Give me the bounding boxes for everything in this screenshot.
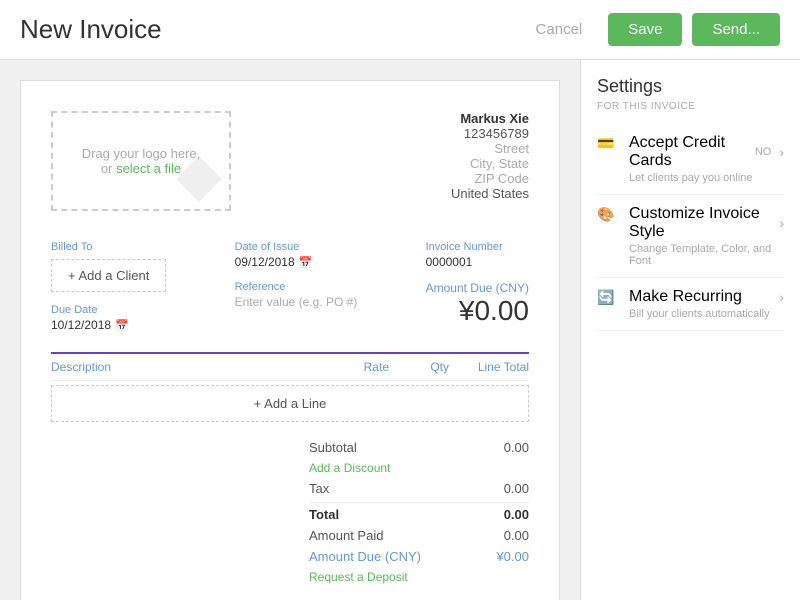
logo-watermark bbox=[174, 154, 224, 204]
request-deposit-link[interactable]: Request a Deposit bbox=[309, 570, 408, 584]
business-name: Markus Xie bbox=[451, 111, 529, 126]
make-recurring-chevron-icon: › bbox=[779, 289, 784, 305]
add-client-button[interactable]: + Add a Client bbox=[51, 259, 166, 292]
total-value: 0.00 bbox=[504, 507, 529, 522]
amount-due-final-label: Amount Due (CNY) bbox=[309, 549, 421, 564]
col-header-total: Line Total bbox=[449, 360, 529, 374]
accept-credit-cards-icon: 💳 bbox=[597, 135, 621, 152]
total-label: Total bbox=[309, 507, 339, 522]
make-recurring-content: Make Recurring › Bill your clients automat… bbox=[629, 288, 784, 320]
issue-date-calendar-icon[interactable]: 📅 bbox=[299, 256, 313, 269]
amount-due-final-value: ¥0.00 bbox=[496, 549, 529, 564]
date-of-issue-label: Date of Issue bbox=[235, 241, 358, 253]
amount-due-label: Amount Due (CNY) bbox=[426, 281, 529, 295]
business-phone: 123456789 bbox=[451, 126, 529, 141]
invoice-number-value: 0000001 bbox=[426, 255, 529, 269]
add-discount-link[interactable]: Add a Discount bbox=[309, 461, 390, 475]
subtotal-row: Subtotal 0.00 bbox=[309, 438, 529, 457]
setting-item-accept-credit-cards[interactable]: 💳 Accept Credit CardsNO › Let clients pay y… bbox=[597, 124, 784, 195]
accept-credit-cards-content: Accept Credit CardsNO › Let clients pay yo… bbox=[629, 134, 784, 184]
invoice-number-group: Invoice Number 0000001 bbox=[426, 241, 529, 269]
date-of-issue-value: 09/12/2018 📅 bbox=[235, 255, 358, 269]
invoice-number-label: Invoice Number bbox=[426, 241, 529, 253]
customize-invoice-style-name: Customize Invoice Style bbox=[629, 205, 775, 241]
col-header-rate: Rate bbox=[309, 360, 389, 374]
logo-or-text: or select a file bbox=[101, 161, 181, 176]
select-file-link[interactable]: select a file bbox=[116, 161, 181, 176]
discount-row: Add a Discount bbox=[309, 459, 529, 477]
business-country: United States bbox=[451, 186, 529, 201]
sidebar-subtitle: FOR THIS INVOICE bbox=[597, 101, 784, 112]
subtotal-value: 0.00 bbox=[504, 440, 529, 455]
settings-items: 💳 Accept Credit CardsNO › Let clients pay y… bbox=[597, 124, 784, 331]
page-title: New Invoice bbox=[20, 14, 162, 45]
date-of-issue-group: Date of Issue 09/12/2018 📅 bbox=[235, 241, 358, 269]
reference-placeholder[interactable]: Enter value (e.g. PO #) bbox=[235, 295, 358, 309]
make-recurring-icon: 🔄 bbox=[597, 289, 621, 306]
totals-section: Subtotal 0.00 Add a Discount Tax 0.00 To… bbox=[51, 438, 529, 586]
accept-credit-cards-badge: NO bbox=[755, 146, 772, 158]
line-items-section: Description Rate Qty Line Total + Add a … bbox=[51, 352, 529, 422]
customize-invoice-style-content: Customize Invoice Style› Change Template,… bbox=[629, 205, 784, 267]
logo-dropzone[interactable]: Drag your logo here, or select a file bbox=[51, 111, 231, 211]
customize-invoice-style-desc: Change Template, Color, and Font bbox=[629, 243, 784, 267]
tax-value: 0.00 bbox=[504, 481, 529, 496]
subtotal-label: Subtotal bbox=[309, 440, 357, 455]
total-row: Total 0.00 bbox=[309, 502, 529, 524]
accept-credit-cards-name: Accept Credit Cards bbox=[629, 134, 755, 170]
send-button[interactable]: Send... bbox=[692, 13, 780, 46]
col-header-qty: Qty bbox=[389, 360, 449, 374]
business-street: Street bbox=[451, 141, 529, 156]
reference-label: Reference bbox=[235, 281, 358, 293]
business-city-state: City, State bbox=[451, 156, 529, 171]
amount-due-block: Amount Due (CNY) ¥0.00 bbox=[426, 281, 529, 327]
due-date-calendar-icon[interactable]: 📅 bbox=[115, 319, 129, 332]
request-deposit-row: Request a Deposit bbox=[309, 568, 529, 586]
billed-due-column: Billed To + Add a Client Due Date 10/12/… bbox=[51, 241, 166, 332]
main-layout: Drag your logo here, or select a file Ma… bbox=[0, 60, 800, 600]
header-actions: Cancel Save Send... bbox=[520, 13, 780, 46]
settings-sidebar: Settings FOR THIS INVOICE 💳 Accept Credit… bbox=[580, 60, 800, 600]
billed-to-group: Billed To + Add a Client bbox=[51, 241, 166, 292]
line-items-header: Description Rate Qty Line Total bbox=[51, 354, 529, 381]
customize-invoice-style-chevron-icon: › bbox=[779, 215, 784, 231]
accept-credit-cards-desc: Let clients pay you online bbox=[629, 172, 784, 184]
billed-to-label: Billed To bbox=[51, 241, 166, 253]
business-zip: ZIP Code bbox=[451, 171, 529, 186]
amount-paid-label: Amount Paid bbox=[309, 528, 383, 543]
add-line-button[interactable]: + Add a Line bbox=[51, 385, 529, 422]
due-date-value: 10/12/2018 📅 bbox=[51, 318, 166, 332]
cancel-button[interactable]: Cancel bbox=[520, 13, 599, 46]
tax-label: Tax bbox=[309, 481, 329, 496]
amount-due-final-row: Amount Due (CNY) ¥0.00 bbox=[309, 547, 529, 566]
invoice-area: Drag your logo here, or select a file Ma… bbox=[0, 60, 580, 600]
invnum-amount-column: Invoice Number 0000001 Amount Due (CNY) … bbox=[426, 241, 529, 327]
amount-due-value: ¥0.00 bbox=[426, 295, 529, 327]
due-date-label: Due Date bbox=[51, 304, 166, 316]
customize-invoice-style-icon: 🎨 bbox=[597, 206, 621, 223]
tax-row: Tax 0.00 bbox=[309, 479, 529, 498]
make-recurring-desc: Bill your clients automatically bbox=[629, 308, 784, 320]
col-header-desc: Description bbox=[51, 360, 309, 374]
sidebar-title: Settings bbox=[597, 76, 784, 97]
reference-group: Reference Enter value (e.g. PO #) bbox=[235, 281, 358, 309]
amount-paid-value: 0.00 bbox=[504, 528, 529, 543]
setting-item-make-recurring[interactable]: 🔄 Make Recurring › Bill your clients automa… bbox=[597, 278, 784, 331]
setting-item-customize-invoice-style[interactable]: 🎨 Customize Invoice Style› Change Template… bbox=[597, 195, 784, 278]
invoice-top: Drag your logo here, or select a file Ma… bbox=[51, 111, 529, 211]
due-date-group: Due Date 10/12/2018 📅 bbox=[51, 304, 166, 332]
invoice-fields-row: Billed To + Add a Client Due Date 10/12/… bbox=[51, 231, 529, 332]
business-info: Markus Xie 123456789 Street City, State … bbox=[451, 111, 529, 211]
invoice-paper: Drag your logo here, or select a file Ma… bbox=[20, 80, 560, 600]
amount-paid-row: Amount Paid 0.00 bbox=[309, 526, 529, 545]
make-recurring-name: Make Recurring bbox=[629, 288, 742, 306]
issue-ref-column: Date of Issue 09/12/2018 📅 Reference Ent… bbox=[235, 241, 358, 309]
save-button[interactable]: Save bbox=[608, 13, 682, 46]
header: New Invoice Cancel Save Send... bbox=[0, 0, 800, 60]
accept-credit-cards-chevron-icon: › bbox=[779, 144, 784, 160]
